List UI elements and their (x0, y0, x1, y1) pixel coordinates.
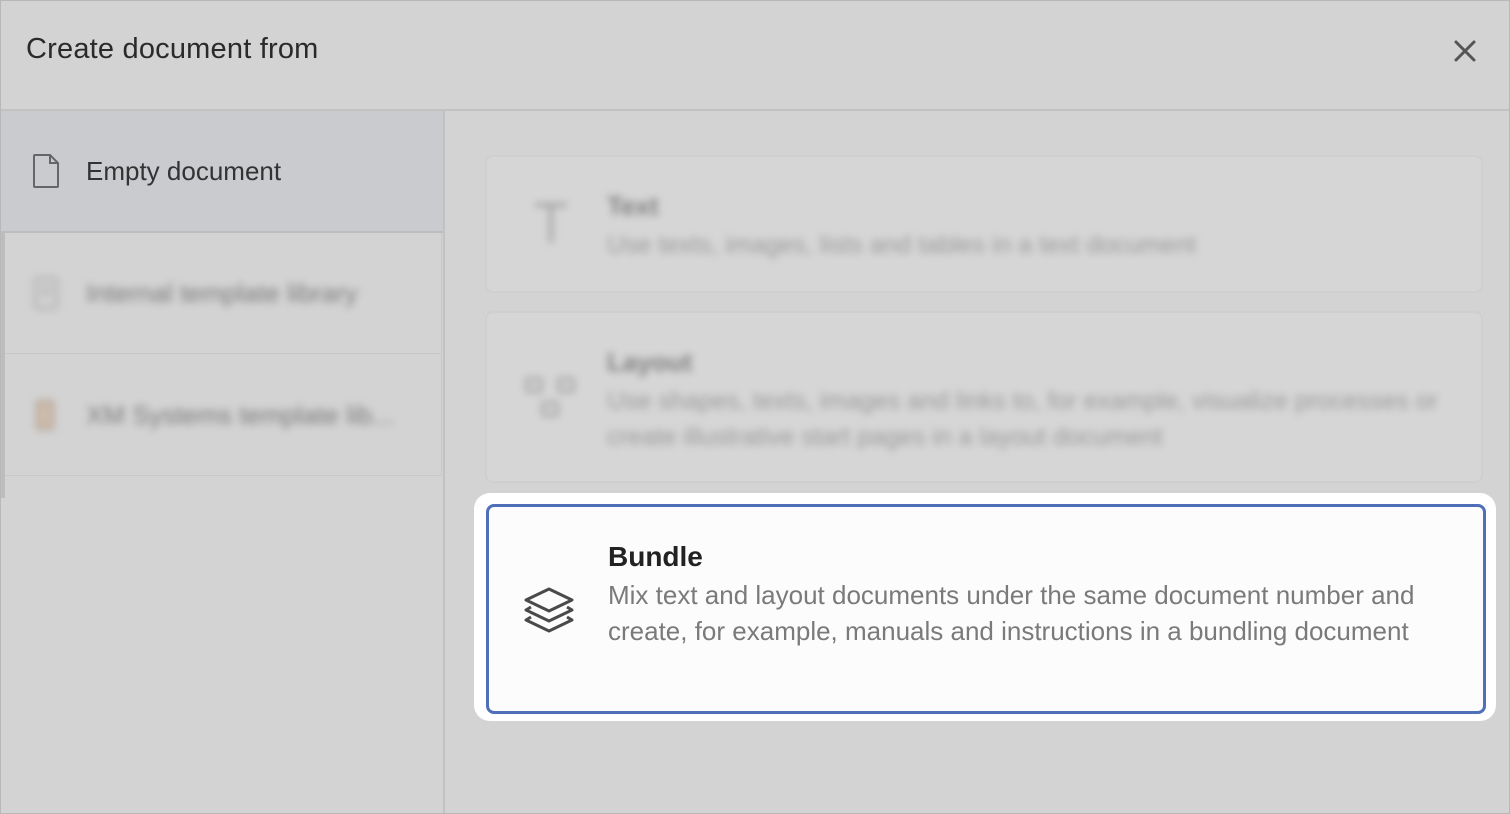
dialog-title: Create document from (26, 33, 319, 65)
option-title: Text (607, 191, 659, 221)
close-icon (1454, 40, 1476, 62)
option-layout[interactable]: Layout Use shapes, texts, images and lin… (485, 311, 1483, 483)
sidebar: Empty document Internal template library… (1, 111, 445, 813)
library-icon (34, 277, 58, 309)
sidebar-scroll-indicator (1, 233, 5, 498)
dialog-header: Create document from (1, 1, 1509, 111)
template-icon (36, 400, 54, 430)
option-text[interactable]: Text Use texts, images, lists and tables… (485, 155, 1483, 293)
sidebar-item-label: Internal template library (86, 278, 358, 308)
option-bundle[interactable]: Bundle Mix text and layout documents und… (486, 504, 1486, 714)
layout-icon (525, 377, 575, 417)
close-button[interactable] (1447, 33, 1483, 69)
option-title: Layout (607, 347, 693, 377)
sidebar-item-empty-document[interactable]: Empty document (1, 111, 443, 233)
option-description: Use shapes, texts, images and links to, … (607, 387, 1438, 451)
text-icon (535, 203, 567, 243)
sidebar-item-internal-template-library[interactable]: Internal template library (1, 233, 442, 354)
sidebar-item-label: Empty document (86, 156, 282, 186)
option-title: Bundle (608, 541, 703, 572)
document-icon (33, 154, 59, 188)
sidebar-item-xm-systems-template-library[interactable]: XM Systems template lib... (1, 355, 442, 476)
sidebar-item-label: XM Systems template lib... (86, 400, 394, 430)
create-document-dialog: Create document from Empty document Inte… (0, 0, 1510, 814)
option-description: Mix text and layout documents under the … (608, 580, 1415, 646)
option-description: Use texts, images, lists and tables in a… (607, 231, 1197, 259)
layers-icon (524, 587, 574, 633)
